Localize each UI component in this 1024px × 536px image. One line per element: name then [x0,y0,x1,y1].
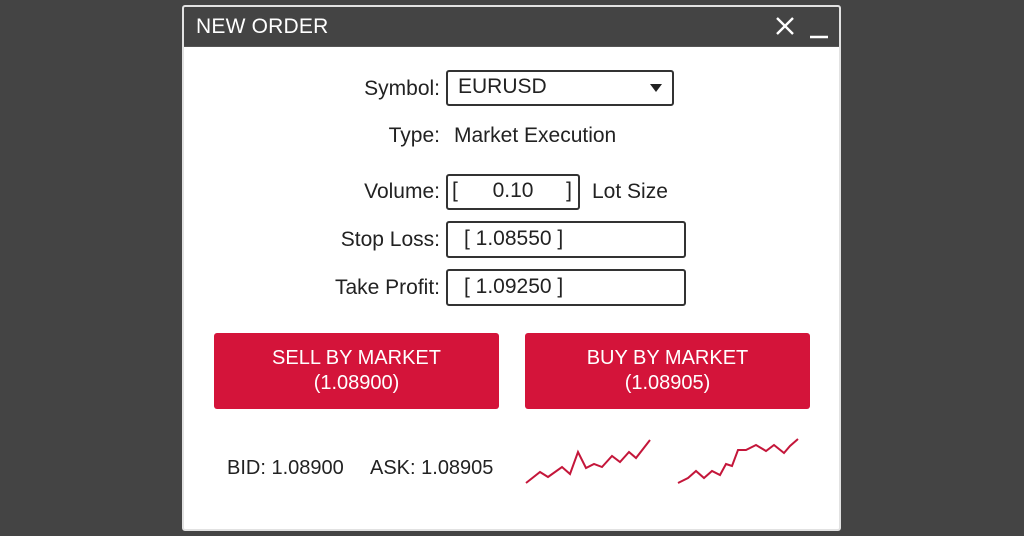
price-sparkline-1 [525,439,651,484]
close-icon [776,17,794,35]
chevron-down-icon [650,84,662,92]
type-value: Market Execution [454,124,617,147]
window-title: NEW ORDER [196,15,329,38]
buy-button-price: (1.08905) [624,372,711,394]
sell-by-market-button[interactable]: SELL BY MARKET (1.08900) [214,333,499,409]
symbol-value: EURUSD [458,75,547,98]
volume-unit: Lot Size [592,180,668,203]
ask-quote: ASK: 1.08905 [370,457,494,479]
volume-bracket-close: ] [566,179,572,202]
symbol-select[interactable]: EURUSD [446,70,674,106]
minimize-icon [810,35,828,39]
close-button[interactable] [770,11,800,41]
take-profit-label: Take Profit: [334,276,440,299]
stop-loss-input[interactable]: [ 1.08550 ] [446,221,686,258]
buy-by-market-button[interactable]: BUY BY MARKET (1.08905) [525,333,810,409]
sell-button-label: SELL BY MARKET [272,347,441,369]
sell-button-price: (1.08900) [313,372,400,394]
title-bar[interactable]: NEW ORDER [184,7,839,47]
symbol-label: Symbol: [364,77,440,100]
bid-quote: BID: 1.08900 [227,457,344,479]
new-order-dialog: NEW ORDER Symbol: EURUSD Type: Market Ex… [182,5,841,531]
take-profit-input[interactable]: [ 1.09250 ] [446,269,686,306]
price-sparkline-2 [677,438,799,484]
stop-loss-label: Stop Loss: [340,228,440,251]
type-label: Type: [388,124,440,147]
volume-label: Volume: [364,180,440,203]
minimize-button[interactable] [804,11,834,41]
volume-input[interactable]: [ 0.10 ] [446,174,580,210]
buy-button-label: BUY BY MARKET [586,347,749,369]
volume-value: 0.10 [492,179,534,202]
